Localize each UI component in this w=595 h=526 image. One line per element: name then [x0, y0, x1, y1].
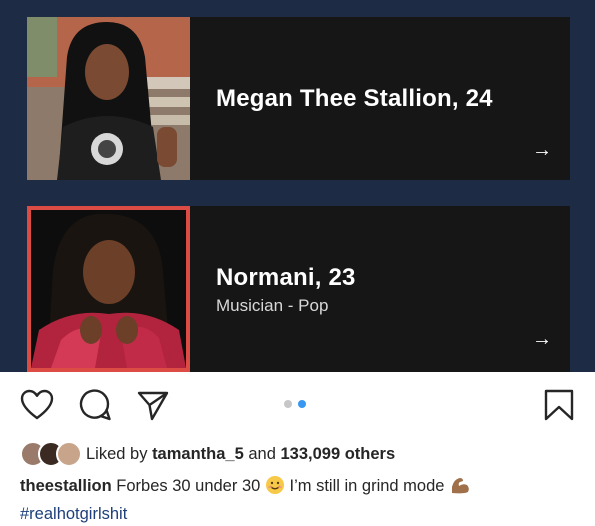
megan-photo	[27, 17, 190, 180]
likes-row: Liked by tamantha_5 and 133,099 others	[20, 440, 395, 468]
caption-text: Forbes 30 under 30	[116, 477, 261, 495]
post-image[interactable]: Megan Thee Stallion, 24 → Normani, 23 Mu…	[0, 0, 595, 372]
likes-and: and	[248, 444, 276, 463]
smiling-face-icon	[265, 475, 285, 502]
heart-icon[interactable]	[20, 388, 54, 422]
arrow-right-icon[interactable]: →	[532, 328, 552, 351]
carousel-dot	[298, 400, 306, 408]
caption: theestallion Forbes 30 under 30 I’m stil…	[20, 474, 580, 526]
caption-text-2: I’m still in grind mode	[289, 477, 445, 495]
likes-count[interactable]: 133,099 others	[280, 445, 395, 463]
bookmark-icon[interactable]	[542, 388, 576, 422]
arrow-right-icon[interactable]: →	[532, 139, 552, 162]
hashtag-link[interactable]: #realhotgirlshit	[20, 505, 127, 523]
likes-prefix: Liked by	[86, 444, 148, 463]
carousel-dot	[284, 400, 292, 408]
profile-card-normani[interactable]: Normani, 23 Musician - Pop →	[27, 206, 570, 372]
card-name: Megan Thee Stallion, 24	[216, 85, 493, 112]
comment-icon[interactable]	[78, 388, 112, 422]
share-icon[interactable]	[136, 388, 170, 422]
profile-card-megan[interactable]: Megan Thee Stallion, 24 →	[27, 17, 570, 180]
avatar	[56, 441, 82, 467]
liker-avatars[interactable]	[20, 440, 86, 468]
normani-photo	[27, 206, 190, 372]
card-subtitle: Musician - Pop	[216, 296, 329, 315]
likes-text: Liked by tamantha_5 and 133,099 others	[86, 445, 395, 464]
card-name: Normani, 23	[216, 264, 356, 291]
caption-username[interactable]: theestallion	[20, 477, 112, 495]
liker-username[interactable]: tamantha_5	[152, 445, 244, 463]
flexed-biceps-icon	[449, 475, 471, 502]
